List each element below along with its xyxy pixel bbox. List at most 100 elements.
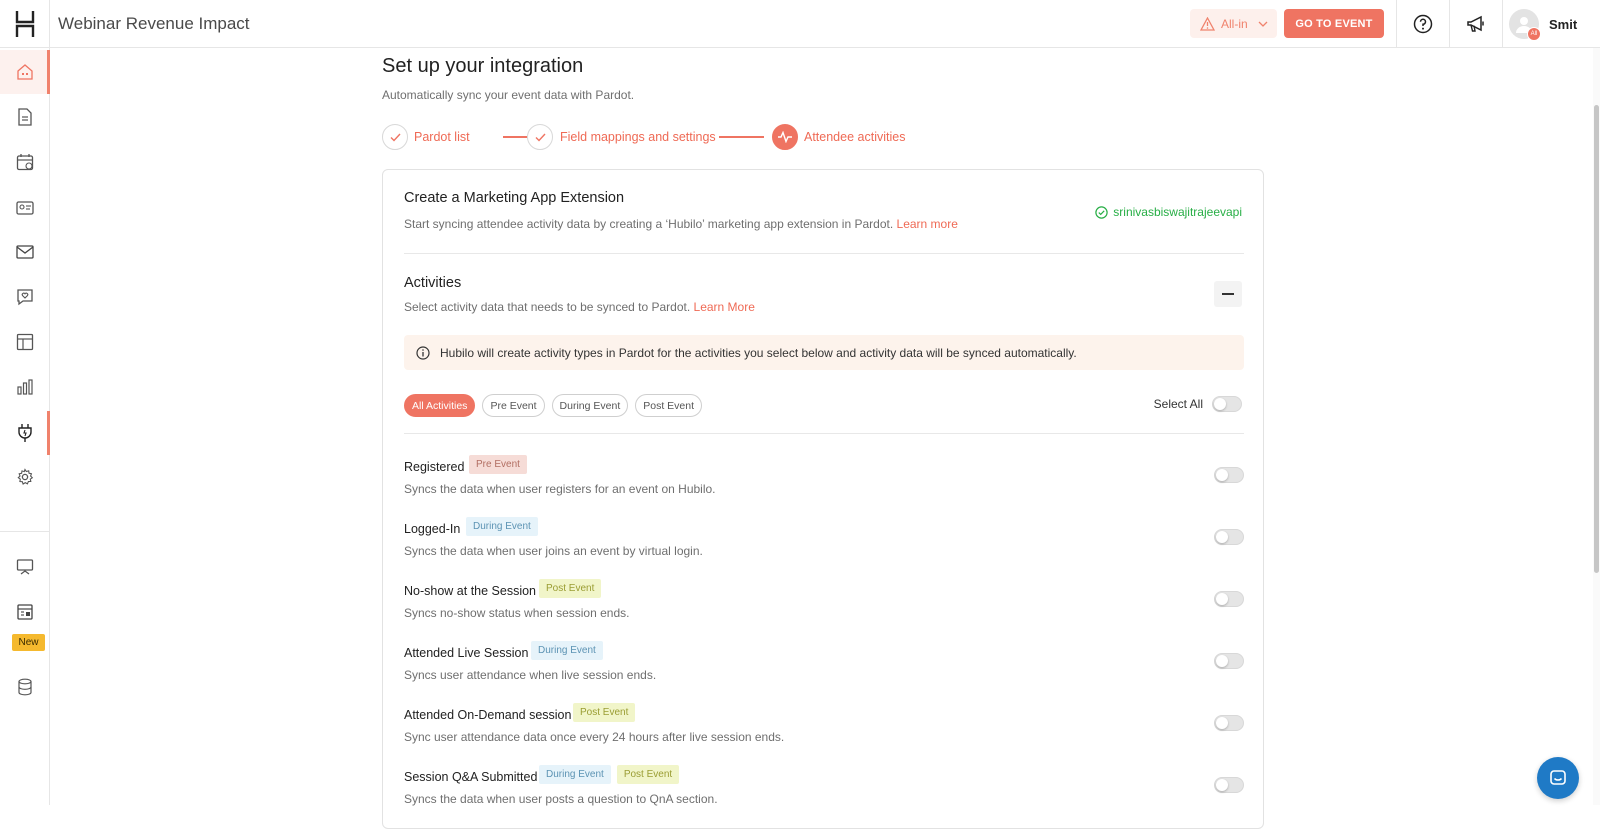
activity-description: Syncs user attendance when live session … bbox=[404, 668, 657, 682]
tag-pre-event: Pre Event bbox=[469, 455, 527, 474]
step-label-attendee-activities[interactable]: Attendee activities bbox=[804, 130, 905, 144]
tag-during-event: During Event bbox=[466, 517, 538, 536]
select-all: Select All bbox=[1154, 396, 1242, 412]
sidebar-item-email[interactable] bbox=[0, 230, 50, 274]
layout-icon bbox=[16, 333, 34, 351]
activity-name: No-show at the Session bbox=[404, 584, 537, 598]
logo-mark-icon bbox=[15, 10, 35, 37]
activity-name: Registered bbox=[404, 460, 465, 474]
activity-tags: During Event bbox=[466, 517, 538, 536]
section-divider bbox=[404, 253, 1244, 254]
sidebar-item-analytics[interactable] bbox=[0, 365, 50, 409]
tag-post-event: Post Event bbox=[616, 765, 680, 784]
new-badge: New bbox=[12, 634, 45, 651]
activity-name: Attended Live Session bbox=[404, 646, 529, 660]
chat-icon bbox=[1550, 770, 1566, 785]
activities-learn-more-link[interactable]: Learn More bbox=[694, 300, 755, 314]
activity-description: Sync user attendance data once every 24 … bbox=[404, 730, 785, 744]
filter-chip-during-event[interactable]: During Event bbox=[551, 394, 629, 417]
info-icon bbox=[416, 345, 430, 360]
activity-description: Syncs the data when user joins an event … bbox=[404, 544, 703, 558]
document-icon bbox=[18, 108, 32, 126]
extension-description-text: Start syncing attendee activity data by … bbox=[404, 217, 894, 231]
announcements-button[interactable] bbox=[1449, 0, 1502, 48]
tag-during-event: During Event bbox=[539, 765, 611, 784]
sidebar-item-design[interactable] bbox=[0, 320, 50, 364]
activity-pulse-icon bbox=[778, 131, 792, 143]
sidebar-item-presentation[interactable] bbox=[0, 545, 50, 589]
activity-tags: Pre Event bbox=[469, 455, 527, 474]
chat-heart-icon bbox=[17, 289, 33, 306]
sidebar-item-data[interactable] bbox=[0, 665, 50, 709]
activity-tags: During Event bbox=[531, 641, 603, 660]
help-icon bbox=[1413, 14, 1432, 34]
activity-toggle[interactable] bbox=[1214, 715, 1244, 731]
help-button[interactable] bbox=[1396, 0, 1449, 48]
filter-chip-pre-event[interactable]: Pre Event bbox=[482, 394, 545, 417]
activity-toggle[interactable] bbox=[1214, 777, 1244, 793]
select-all-toggle[interactable] bbox=[1212, 396, 1242, 412]
calendar-icon bbox=[16, 154, 34, 171]
activity-toggle[interactable] bbox=[1214, 467, 1244, 483]
sidebar-item-new-feature[interactable] bbox=[0, 590, 50, 634]
sidebar: New bbox=[0, 0, 50, 805]
activity-toggle[interactable] bbox=[1214, 591, 1244, 607]
activity-row: Attended Live Session During Event Syncs… bbox=[404, 641, 1244, 691]
activity-tags: During Event Post Event bbox=[539, 765, 680, 784]
activity-toggle[interactable] bbox=[1214, 529, 1244, 545]
activity-description: Syncs no-show status when session ends. bbox=[404, 606, 630, 620]
top-header: Webinar Revenue Impact All-in GO TO EVEN… bbox=[50, 0, 1600, 48]
sidebar-item-home[interactable] bbox=[0, 50, 50, 94]
tag-during-event: During Event bbox=[531, 641, 603, 660]
sidebar-item-settings[interactable] bbox=[0, 455, 50, 499]
sidebar-item-integrations[interactable] bbox=[0, 411, 50, 455]
avatar-badge: All bbox=[1527, 27, 1541, 41]
avatar: All bbox=[1509, 9, 1541, 41]
activity-filter-chips: All Activities Pre Event During Event Po… bbox=[404, 394, 703, 417]
collapse-activities-button[interactable] bbox=[1214, 281, 1242, 307]
select-all-label: Select All bbox=[1153, 397, 1203, 411]
activity-row: No-show at the Session Post Event Syncs … bbox=[404, 579, 1244, 629]
page-scrollbar-thumb[interactable] bbox=[1594, 105, 1599, 573]
activity-name: Logged-In bbox=[404, 522, 461, 536]
step-label-pardot-list[interactable]: Pardot list bbox=[414, 130, 470, 144]
hubilo-logo[interactable] bbox=[0, 0, 50, 48]
connected-account: srinivasbiswajitrajeevapi bbox=[1095, 205, 1242, 219]
activity-tags: Post Event bbox=[539, 579, 602, 598]
step-label-field-mappings[interactable]: Field mappings and settings bbox=[560, 130, 716, 144]
event-filter-dropdown[interactable]: All-in bbox=[1190, 9, 1277, 38]
activity-name: Attended On-Demand session bbox=[404, 708, 572, 722]
extension-title: Create a Marketing App Extension bbox=[404, 190, 625, 206]
gear-icon bbox=[17, 468, 34, 485]
filter-chip-post-event[interactable]: Post Event bbox=[635, 394, 703, 417]
user-profile-menu[interactable]: All Smit bbox=[1509, 9, 1577, 41]
calendar-grid-icon bbox=[17, 604, 33, 620]
support-chat-button[interactable] bbox=[1537, 757, 1579, 799]
activity-row: Session Q&A Submitted During Event Post … bbox=[404, 765, 1244, 815]
connected-account-name: srinivasbiswajitrajeevapi bbox=[1113, 205, 1242, 219]
step-current-circle bbox=[772, 124, 798, 150]
step-done-circle bbox=[527, 124, 553, 150]
step-done-circle bbox=[382, 124, 408, 150]
database-icon bbox=[18, 678, 32, 696]
chevron-down-icon bbox=[1258, 21, 1268, 27]
activity-tags: Post Event bbox=[573, 703, 636, 722]
page-title: Set up your integration bbox=[382, 55, 584, 77]
bar-chart-icon bbox=[17, 379, 33, 395]
filter-chip-all[interactable]: All Activities bbox=[404, 394, 476, 417]
activities-title: Activities bbox=[404, 275, 462, 291]
activity-toggle[interactable] bbox=[1214, 653, 1244, 669]
check-circle-icon bbox=[1095, 205, 1108, 219]
page-subtitle: Automatically sync your event data with … bbox=[382, 88, 635, 102]
sidebar-item-engagement[interactable] bbox=[0, 275, 50, 319]
activity-row: Logged-In During Event Syncs the data wh… bbox=[404, 517, 1244, 567]
extension-learn-more-link[interactable]: Learn more bbox=[897, 217, 958, 231]
activity-row: Attended On-Demand session Post Event Sy… bbox=[404, 703, 1244, 753]
sidebar-item-documents[interactable] bbox=[0, 95, 50, 139]
sidebar-item-attendees[interactable] bbox=[0, 185, 50, 229]
sidebar-divider bbox=[0, 531, 50, 532]
check-icon bbox=[390, 133, 401, 142]
check-icon bbox=[535, 133, 546, 142]
sidebar-item-schedule[interactable] bbox=[0, 140, 50, 184]
go-to-event-button[interactable]: GO TO EVENT bbox=[1284, 9, 1384, 38]
